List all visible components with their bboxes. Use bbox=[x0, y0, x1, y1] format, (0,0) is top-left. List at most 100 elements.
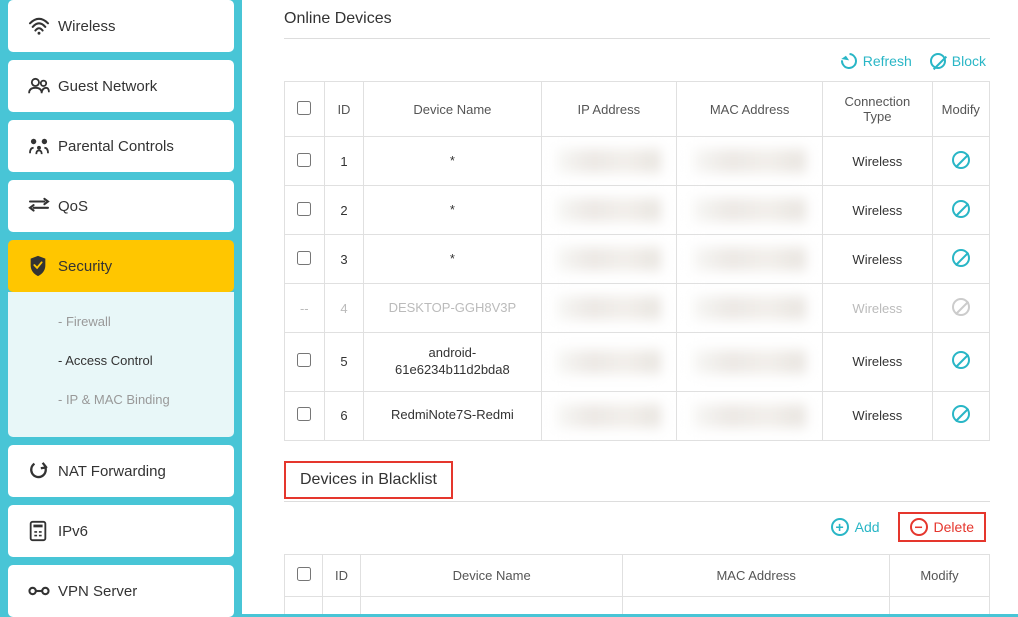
cell-device-name: DESKTOP-GGH8V3P bbox=[364, 284, 541, 333]
table-row: 3*Wireless bbox=[285, 235, 990, 284]
row-checkbox[interactable] bbox=[297, 202, 311, 216]
submenu-access-control[interactable]: - Access Control bbox=[8, 341, 234, 380]
row-checkbox[interactable] bbox=[297, 407, 311, 421]
empty-id: -- bbox=[323, 596, 361, 614]
shield-icon bbox=[28, 255, 58, 277]
table-header-row: ID Device Name IP Address MAC Address Co… bbox=[285, 82, 990, 137]
col-device-name: Device Name bbox=[361, 554, 623, 596]
table-row-empty: -- -- -- -- -- bbox=[285, 596, 990, 614]
sidebar-item-wireless[interactable]: Wireless bbox=[8, 0, 234, 52]
add-button[interactable]: + Add bbox=[831, 512, 880, 542]
sidebar-item-ipv6[interactable]: IPv6 bbox=[8, 505, 234, 557]
sidebar-label: Wireless bbox=[58, 18, 116, 35]
cell-conn: Wireless bbox=[823, 186, 933, 235]
cell-modify[interactable] bbox=[932, 284, 989, 333]
table-row: 6RedmiNote7S-RedmiWireless bbox=[285, 391, 990, 440]
block-button[interactable]: Block bbox=[930, 53, 986, 69]
sidebar-item-guest-network[interactable]: Guest Network bbox=[8, 60, 234, 112]
cell-mac bbox=[677, 137, 823, 186]
cell-id: 3 bbox=[324, 235, 364, 284]
table-row: 5android-61e6234b11d2bda8Wireless bbox=[285, 333, 990, 392]
block-icon[interactable] bbox=[952, 405, 970, 423]
family-icon bbox=[28, 137, 58, 155]
sidebar-label: QoS bbox=[58, 198, 88, 215]
wifi-icon bbox=[28, 17, 58, 35]
online-devices-table: ID Device Name IP Address MAC Address Co… bbox=[284, 81, 990, 441]
row-checkbox[interactable] bbox=[297, 251, 311, 265]
cell-conn: Wireless bbox=[823, 235, 933, 284]
sidebar-label: Security bbox=[58, 258, 112, 275]
col-modify: Modify bbox=[932, 82, 989, 137]
block-icon[interactable] bbox=[952, 151, 970, 169]
cell-id: 5 bbox=[324, 333, 364, 392]
cell-conn: Wireless bbox=[823, 284, 933, 333]
submenu-firewall[interactable]: - Firewall bbox=[8, 302, 234, 341]
blacklist-title: Devices in Blacklist bbox=[284, 461, 453, 499]
cell-id: 4 bbox=[324, 284, 364, 333]
block-icon[interactable] bbox=[952, 249, 970, 267]
col-device-name: Device Name bbox=[364, 82, 541, 137]
online-devices-title: Online Devices bbox=[284, 0, 990, 39]
blacklist-table: ID Device Name MAC Address Modify -- -- … bbox=[284, 554, 990, 614]
cell-device-name: * bbox=[364, 137, 541, 186]
empty-name: -- bbox=[361, 596, 623, 614]
sidebar-label: Guest Network bbox=[58, 78, 157, 95]
cell-modify[interactable] bbox=[932, 333, 989, 392]
cell-modify[interactable] bbox=[932, 391, 989, 440]
sidebar-label: Parental Controls bbox=[58, 138, 174, 155]
cell-ip bbox=[541, 186, 677, 235]
cell-mac bbox=[677, 235, 823, 284]
cell-mac bbox=[677, 333, 823, 392]
block-icon[interactable] bbox=[952, 351, 970, 369]
cell-modify[interactable] bbox=[932, 186, 989, 235]
users-icon bbox=[28, 77, 58, 95]
col-mac: MAC Address bbox=[623, 554, 890, 596]
block-icon[interactable] bbox=[952, 200, 970, 218]
cell-ip bbox=[541, 391, 677, 440]
empty-cb: -- bbox=[285, 596, 323, 614]
col-ip: IP Address bbox=[541, 82, 677, 137]
sidebar-item-nat-forwarding[interactable]: NAT Forwarding bbox=[8, 445, 234, 497]
col-id: ID bbox=[324, 82, 364, 137]
sidebar-item-vpn-server[interactable]: VPN Server bbox=[8, 565, 234, 617]
cell-mac bbox=[677, 186, 823, 235]
submenu-ip-mac-binding[interactable]: - IP & MAC Binding bbox=[8, 380, 234, 419]
refresh-icon bbox=[837, 50, 860, 73]
block-icon bbox=[930, 53, 946, 69]
row-checkbox[interactable] bbox=[297, 153, 311, 167]
cell-mac bbox=[677, 284, 823, 333]
delete-button[interactable]: − Delete bbox=[898, 512, 986, 542]
cell-conn: Wireless bbox=[823, 137, 933, 186]
col-id: ID bbox=[323, 554, 361, 596]
delete-label: Delete bbox=[934, 519, 974, 535]
minus-icon: − bbox=[910, 518, 928, 536]
cell-ip bbox=[541, 284, 677, 333]
col-conn: Connection Type bbox=[823, 82, 933, 137]
qos-icon bbox=[28, 197, 58, 215]
refresh-button[interactable]: Refresh bbox=[841, 53, 912, 69]
add-label: Add bbox=[855, 519, 880, 535]
block-icon[interactable] bbox=[952, 298, 970, 316]
cell-device-name: RedmiNote7S-Redmi bbox=[364, 391, 541, 440]
row-checkbox[interactable] bbox=[297, 353, 311, 367]
cell-modify[interactable] bbox=[932, 235, 989, 284]
sidebar-item-qos[interactable]: QoS bbox=[8, 180, 234, 232]
col-mac: MAC Address bbox=[677, 82, 823, 137]
cell-modify[interactable] bbox=[932, 137, 989, 186]
table-header-row: ID Device Name MAC Address Modify bbox=[285, 554, 990, 596]
sidebar-item-security[interactable]: Security bbox=[8, 240, 234, 292]
refresh-label: Refresh bbox=[863, 53, 912, 69]
sidebar-label: NAT Forwarding bbox=[58, 463, 166, 480]
col-modify: Modify bbox=[890, 554, 990, 596]
empty-modify: -- bbox=[890, 596, 990, 614]
cell-conn: Wireless bbox=[823, 333, 933, 392]
sidebar-label: VPN Server bbox=[58, 583, 137, 600]
select-all-checkbox[interactable] bbox=[297, 567, 311, 581]
plus-icon: + bbox=[831, 518, 849, 536]
select-all-checkbox[interactable] bbox=[297, 101, 311, 115]
cell-ip bbox=[541, 333, 677, 392]
cell-id: 6 bbox=[324, 391, 364, 440]
cell-ip bbox=[541, 137, 677, 186]
sidebar-item-parental-controls[interactable]: Parental Controls bbox=[8, 120, 234, 172]
cell-id: 2 bbox=[324, 186, 364, 235]
